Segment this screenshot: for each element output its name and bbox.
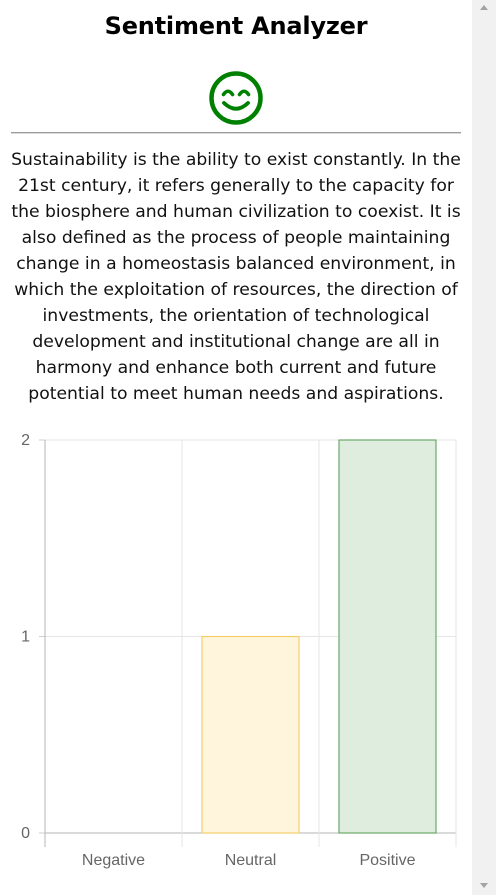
scroll-down-arrow-icon[interactable] bbox=[480, 883, 488, 888]
x-tick-label-neutral: Neutral bbox=[225, 852, 277, 869]
y-tick-label: 1 bbox=[21, 629, 30, 646]
smiling-face-icon bbox=[209, 71, 263, 125]
x-tick-label-positive: Positive bbox=[359, 852, 415, 869]
sentiment-analyzer-page: Sentiment Analyzer Sustainability is the… bbox=[0, 0, 472, 895]
bar-positive bbox=[338, 439, 437, 834]
bar-neutral bbox=[201, 635, 300, 834]
page-title: Sentiment Analyzer bbox=[104, 12, 368, 40]
sentiment-bar-chart: 0 1 2 Negative Neutral Positive bbox=[21, 432, 457, 869]
scroll-up-arrow-icon[interactable] bbox=[480, 5, 488, 10]
y-tick-label: 0 bbox=[21, 825, 30, 842]
x-tick-label-negative: Negative bbox=[82, 852, 145, 869]
scroll-thumb[interactable] bbox=[476, 17, 492, 875]
y-tick-label: 2 bbox=[21, 432, 30, 449]
vertical-scrollbar[interactable] bbox=[472, 0, 496, 895]
divider bbox=[11, 132, 461, 133]
analyzed-text: Sustainability is the ability to exist c… bbox=[11, 150, 461, 404]
